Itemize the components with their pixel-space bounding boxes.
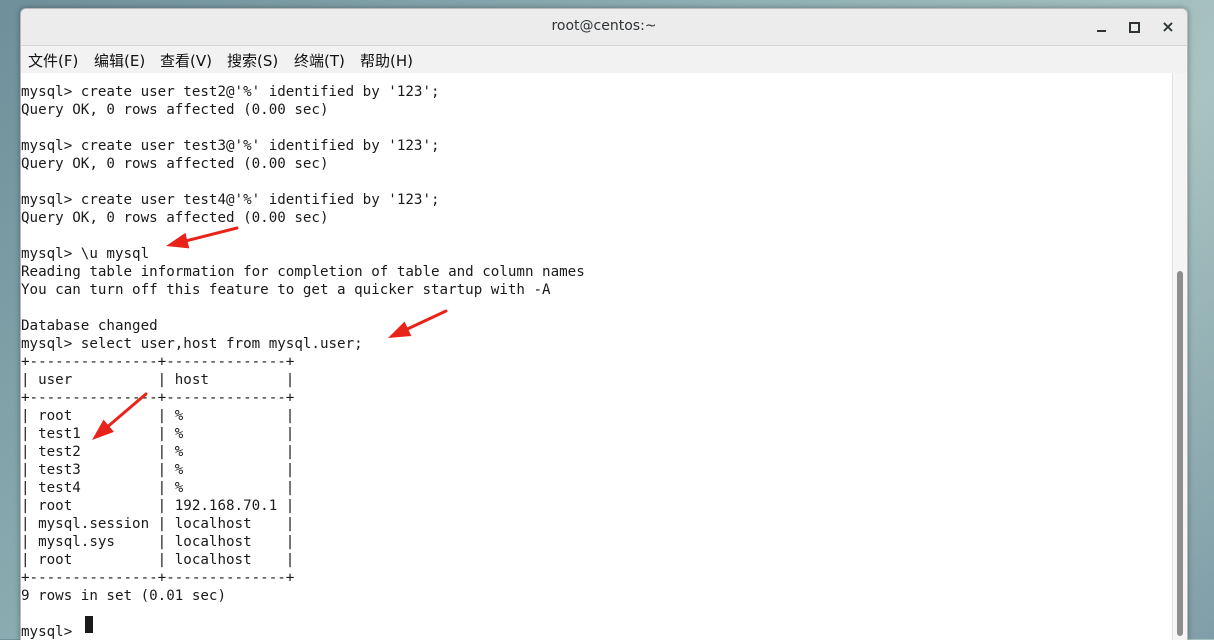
menu-bar: 文件(F) 编辑(E) 查看(V) 搜索(S) 终端(T) 帮助(H) bbox=[21, 46, 1187, 74]
minimize-button[interactable] bbox=[1090, 17, 1112, 37]
terminal-line: You can turn off this feature to get a q… bbox=[21, 282, 551, 298]
terminal-line: Reading table information for completion… bbox=[21, 264, 585, 280]
terminal-line: Query OK, 0 rows affected (0.00 sec) bbox=[21, 102, 329, 118]
terminal-line: | mysql.sys | localhost | bbox=[21, 534, 295, 550]
terminal-line: +---------------+--------------+ bbox=[21, 354, 295, 370]
maximize-icon bbox=[1128, 22, 1140, 33]
terminal-output[interactable]: mysql> create user test2@'%' identified … bbox=[21, 73, 1173, 640]
terminal-line: | test1 | % | bbox=[21, 426, 295, 442]
close-icon: × bbox=[1161, 17, 1175, 36]
terminal-line: | test3 | % | bbox=[21, 462, 295, 478]
menu-file[interactable]: 文件(F) bbox=[28, 50, 78, 71]
menu-search[interactable]: 搜索(S) bbox=[227, 50, 278, 71]
scrollbar[interactable] bbox=[1172, 73, 1187, 640]
terminal-line: +---------------+--------------+ bbox=[21, 390, 295, 406]
scrollbar-thumb[interactable] bbox=[1177, 271, 1183, 636]
terminal-line: | mysql.session | localhost | bbox=[21, 516, 295, 532]
terminal-line: Query OK, 0 rows affected (0.00 sec) bbox=[21, 210, 329, 226]
terminal-line: | root | 192.168.70.1 | bbox=[21, 498, 295, 514]
text-cursor bbox=[85, 616, 93, 633]
terminal-line: +---------------+--------------+ bbox=[21, 570, 295, 586]
terminal-line: mysql> create user test3@'%' identified … bbox=[21, 138, 440, 154]
terminal-window: root@centos:~ × 文件(F) 编辑(E) 查看(V) 搜索(S) … bbox=[20, 8, 1188, 640]
terminal-line: mysql> \u mysql bbox=[21, 246, 150, 262]
terminal-line: | root | % | bbox=[21, 408, 295, 424]
window-title: root@centos:~ bbox=[551, 18, 657, 34]
terminal-line: mysql> bbox=[21, 624, 81, 640]
maximize-button[interactable] bbox=[1123, 17, 1145, 37]
title-bar[interactable]: root@centos:~ × bbox=[21, 9, 1187, 46]
terminal-line: 9 rows in set (0.01 sec) bbox=[21, 588, 226, 604]
menu-edit[interactable]: 编辑(E) bbox=[94, 50, 145, 71]
terminal-line: mysql> create user test2@'%' identified … bbox=[21, 84, 440, 100]
terminal-line: | test4 | % | bbox=[21, 480, 295, 496]
terminal-line: mysql> select user,host from mysql.user; bbox=[21, 336, 363, 352]
terminal-line: Database changed bbox=[21, 318, 158, 334]
menu-terminal[interactable]: 终端(T) bbox=[294, 50, 345, 71]
menu-help[interactable]: 帮助(H) bbox=[360, 50, 413, 71]
terminal-line: mysql> create user test4@'%' identified … bbox=[21, 192, 440, 208]
menu-view[interactable]: 查看(V) bbox=[160, 50, 212, 71]
terminal-line: Query OK, 0 rows affected (0.00 sec) bbox=[21, 156, 329, 172]
terminal-line: | root | localhost | bbox=[21, 552, 295, 568]
close-button[interactable]: × bbox=[1157, 17, 1179, 37]
minimize-icon bbox=[1096, 29, 1106, 32]
terminal-line: | test2 | % | bbox=[21, 444, 295, 460]
terminal-line: | user | host | bbox=[21, 372, 295, 388]
